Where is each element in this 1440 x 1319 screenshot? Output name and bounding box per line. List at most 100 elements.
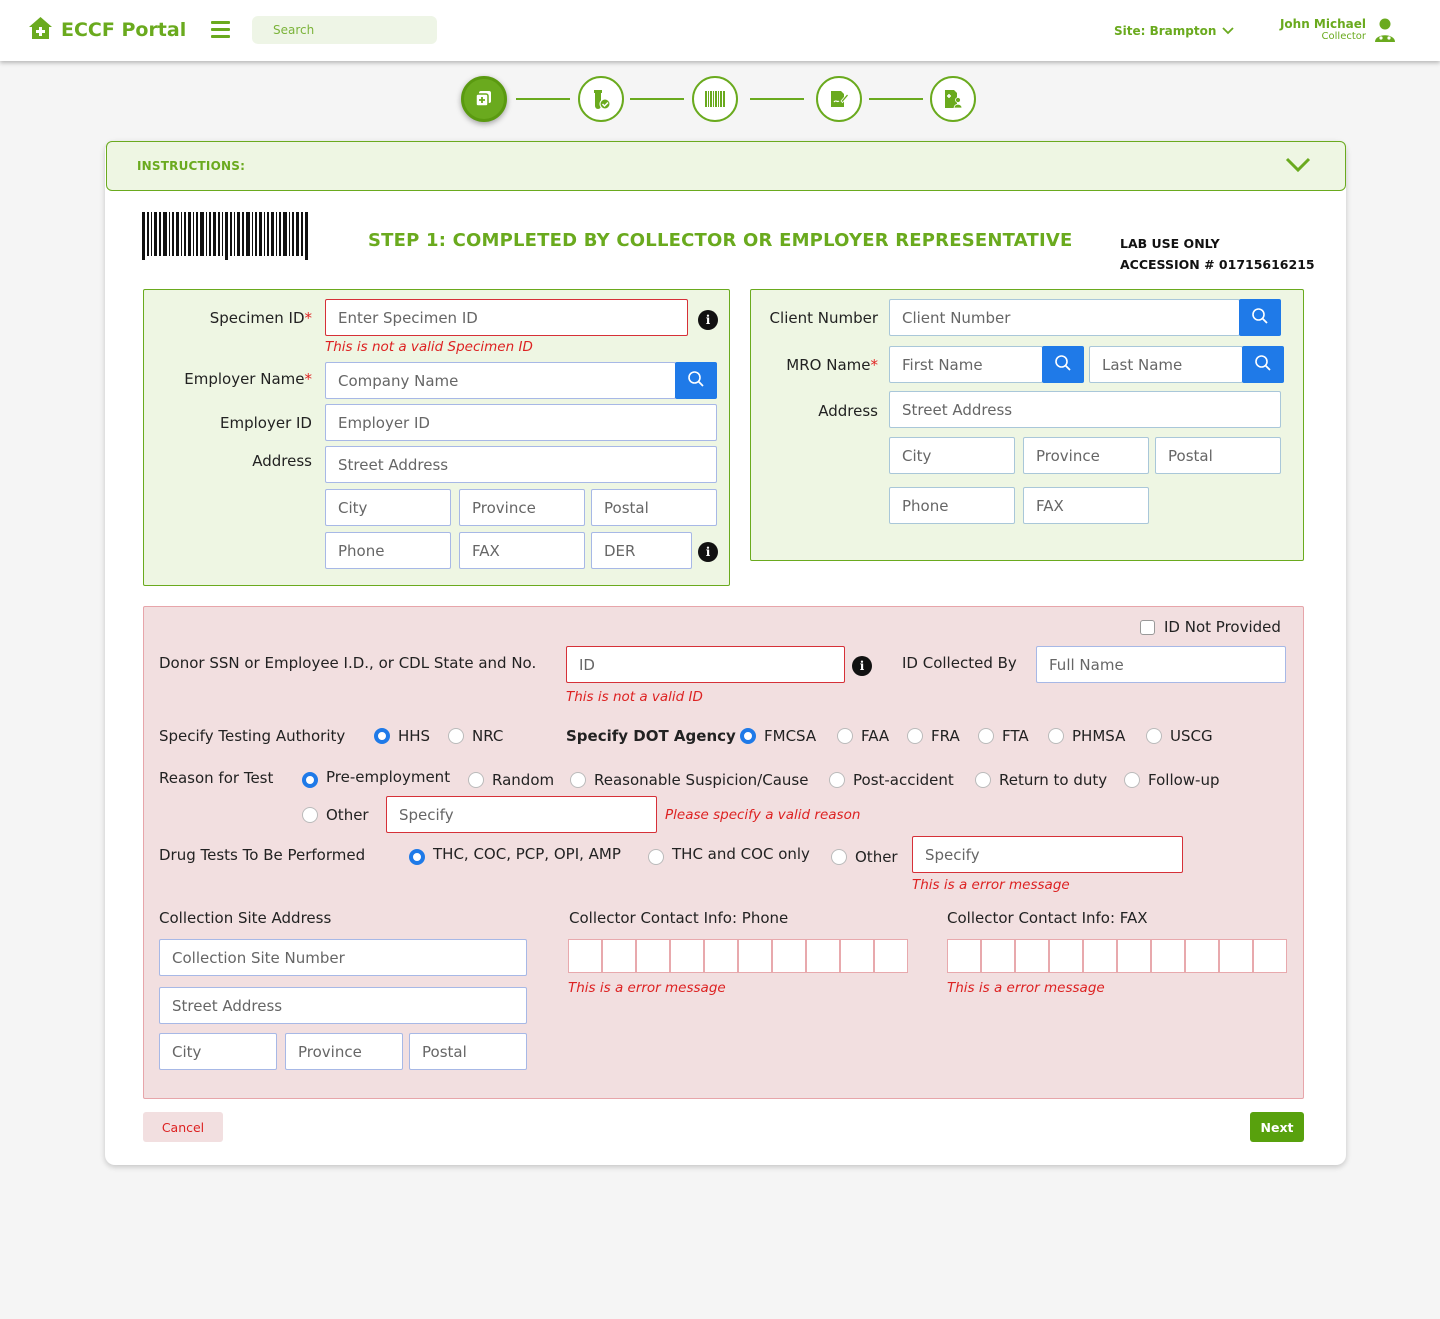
digit-box[interactable] bbox=[981, 939, 1015, 973]
reason-radio-random[interactable] bbox=[468, 772, 484, 788]
step-1-document-add-icon[interactable] bbox=[461, 76, 507, 122]
dot-option-label: FAA bbox=[861, 727, 890, 745]
client-search-button[interactable] bbox=[1239, 299, 1281, 336]
mro-postal-input[interactable]: Postal bbox=[1155, 437, 1281, 474]
collection-site-number-input[interactable]: Collection Site Number bbox=[159, 939, 527, 976]
collection-site-postal-input[interactable]: Postal bbox=[409, 1033, 527, 1070]
dot-radio-uscg[interactable] bbox=[1146, 728, 1162, 744]
cancel-button[interactable]: Cancel bbox=[143, 1112, 223, 1142]
authority-radio-hhs[interactable] bbox=[374, 728, 390, 744]
collection-site-city-input[interactable]: City bbox=[159, 1033, 277, 1070]
mro-city-input[interactable]: City bbox=[889, 437, 1015, 474]
drug-specify-input[interactable]: Specify bbox=[912, 836, 1183, 873]
dot-radio-faa[interactable] bbox=[837, 728, 853, 744]
collection-site-street-input[interactable]: Street Address bbox=[159, 987, 527, 1024]
drug-tests-label: Drug Tests To Be Performed bbox=[159, 846, 366, 864]
brand-logo[interactable]: ECCF Portal bbox=[28, 16, 186, 44]
digit-box[interactable] bbox=[636, 939, 670, 973]
reason-radio-pre-employment[interactable] bbox=[302, 772, 318, 788]
employer-street-input[interactable]: Street Address bbox=[325, 446, 717, 483]
employer-id-input[interactable]: Employer ID bbox=[325, 404, 717, 441]
dot-agency-label: Specify DOT Agency bbox=[566, 727, 736, 745]
step-3-barcode-icon[interactable] bbox=[692, 76, 738, 122]
info-icon[interactable]: i bbox=[698, 542, 718, 562]
digit-box[interactable] bbox=[1151, 939, 1185, 973]
digit-box[interactable] bbox=[947, 939, 981, 973]
mro-province-input[interactable]: Province bbox=[1023, 437, 1149, 474]
collector-phone-digit-boxes[interactable] bbox=[568, 939, 908, 973]
digit-box[interactable] bbox=[840, 939, 874, 973]
id-collected-by-input[interactable]: Full Name bbox=[1036, 646, 1286, 683]
site-selector[interactable]: Site: Brampton bbox=[1114, 24, 1235, 38]
digit-box[interactable] bbox=[1015, 939, 1049, 973]
specimen-id-input[interactable]: Enter Specimen ID bbox=[325, 299, 688, 336]
employer-search-button[interactable] bbox=[675, 362, 717, 399]
user-avatar-icon[interactable] bbox=[1374, 18, 1396, 47]
dot-radio-phmsa[interactable] bbox=[1048, 728, 1064, 744]
mro-first-search-button[interactable] bbox=[1042, 346, 1084, 383]
digit-box[interactable] bbox=[806, 939, 840, 973]
employer-name-input[interactable]: Company Name bbox=[325, 362, 676, 399]
digit-box[interactable] bbox=[772, 939, 806, 973]
user-info[interactable]: John Michael Collector bbox=[1270, 18, 1366, 43]
employer-province-input[interactable]: Province bbox=[459, 489, 585, 526]
digit-box[interactable] bbox=[568, 939, 602, 973]
menu-icon[interactable] bbox=[211, 21, 230, 38]
dot-radio-fmcsa[interactable] bbox=[740, 728, 756, 744]
reason-radio-suspicion[interactable] bbox=[570, 772, 586, 788]
digit-box[interactable] bbox=[1117, 939, 1151, 973]
reason-radio-other[interactable] bbox=[302, 807, 318, 823]
employer-phone-input[interactable]: Phone bbox=[325, 532, 451, 569]
employer-fax-input[interactable]: FAX bbox=[459, 532, 585, 569]
digit-box[interactable] bbox=[1219, 939, 1253, 973]
drug-radio-thc-coc[interactable] bbox=[648, 849, 664, 865]
digit-box[interactable] bbox=[670, 939, 704, 973]
search-input[interactable] bbox=[252, 16, 437, 44]
step-4-signature-edit-icon[interactable] bbox=[816, 76, 862, 122]
mro-name-label: MRO Name* bbox=[786, 356, 878, 374]
dot-radio-fta[interactable] bbox=[978, 728, 994, 744]
employer-der-input[interactable]: DER bbox=[591, 532, 692, 569]
employer-postal-input[interactable]: Postal bbox=[591, 489, 717, 526]
authority-radio-nrc[interactable] bbox=[448, 728, 464, 744]
drug-radio-other[interactable] bbox=[831, 849, 847, 865]
digit-box[interactable] bbox=[1253, 939, 1287, 973]
step-5-id-card-icon[interactable] bbox=[930, 76, 976, 122]
instructions-accordion[interactable]: INSTRUCTIONS: bbox=[106, 141, 1346, 191]
collection-site-province-input[interactable]: Province bbox=[285, 1033, 403, 1070]
dot-radio-fra[interactable] bbox=[907, 728, 923, 744]
digit-box[interactable] bbox=[1185, 939, 1219, 973]
info-icon[interactable]: i bbox=[852, 656, 872, 676]
mro-first-name-input[interactable]: First Name bbox=[889, 346, 1043, 383]
mro-street-input[interactable]: Street Address bbox=[889, 391, 1281, 428]
drug-radio-full-panel[interactable] bbox=[409, 849, 425, 865]
client-number-input[interactable]: Client Number bbox=[889, 299, 1240, 336]
digit-box[interactable] bbox=[602, 939, 636, 973]
digit-box[interactable] bbox=[1083, 939, 1117, 973]
reason-label: Reason for Test bbox=[159, 769, 274, 787]
mro-fax-input[interactable]: FAX bbox=[1023, 487, 1149, 524]
id-not-provided-checkbox[interactable] bbox=[1140, 620, 1155, 635]
employer-city-input[interactable]: City bbox=[325, 489, 451, 526]
mro-last-search-button[interactable] bbox=[1242, 346, 1284, 383]
reason-radio-post-accident[interactable] bbox=[829, 772, 845, 788]
digit-box[interactable] bbox=[704, 939, 738, 973]
search-icon bbox=[1254, 354, 1272, 376]
digit-box[interactable] bbox=[738, 939, 772, 973]
step-2-specimen-check-icon[interactable] bbox=[578, 76, 624, 122]
reason-radio-follow-up[interactable] bbox=[1124, 772, 1140, 788]
digit-box[interactable] bbox=[1049, 939, 1083, 973]
digit-box[interactable] bbox=[874, 939, 908, 973]
search-icon bbox=[1054, 354, 1072, 376]
reason-option-label: Other bbox=[326, 806, 369, 824]
donor-id-error: This is not a valid ID bbox=[566, 689, 703, 705]
next-button[interactable]: Next bbox=[1250, 1112, 1304, 1142]
mro-last-name-input[interactable]: Last Name bbox=[1089, 346, 1243, 383]
reason-radio-return-to-duty[interactable] bbox=[975, 772, 991, 788]
collector-fax-digit-boxes[interactable] bbox=[947, 939, 1287, 973]
chevron-down-icon[interactable] bbox=[1285, 157, 1311, 177]
reason-specify-input[interactable]: Specify bbox=[386, 796, 657, 833]
donor-id-input[interactable]: ID bbox=[566, 646, 845, 683]
mro-phone-input[interactable]: Phone bbox=[889, 487, 1015, 524]
info-icon[interactable]: i bbox=[698, 310, 718, 330]
